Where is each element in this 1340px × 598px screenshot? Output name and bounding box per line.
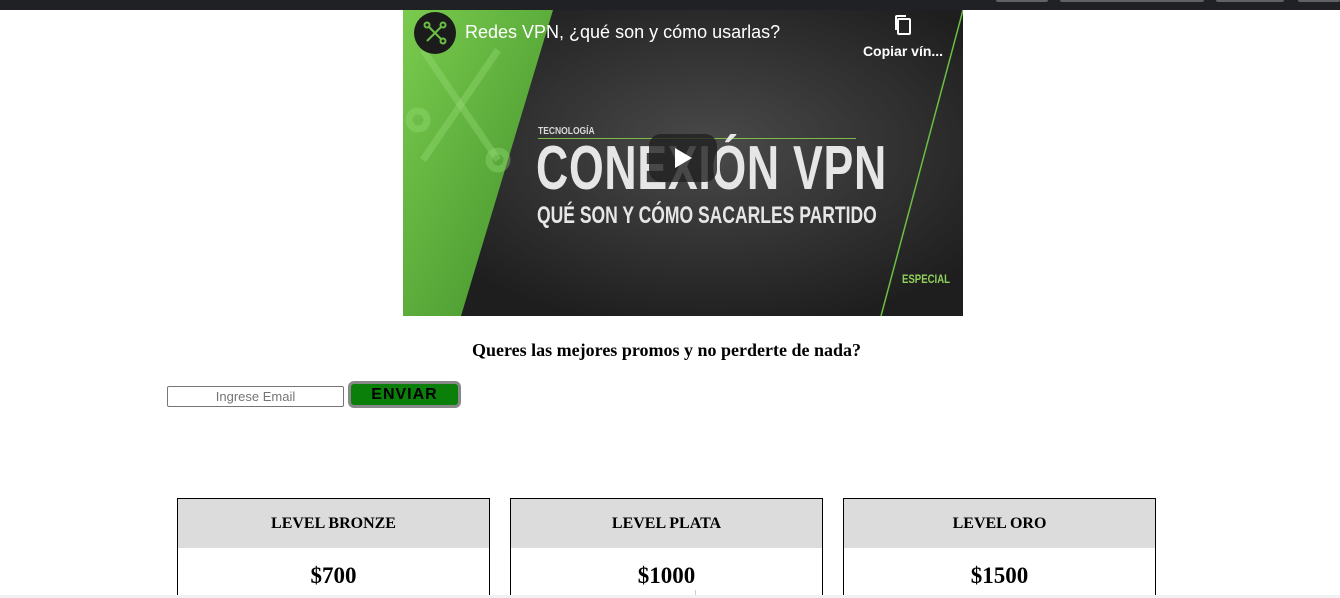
scrollbar[interactable] xyxy=(1323,10,1340,598)
submit-button[interactable]: ENVIAR xyxy=(348,381,461,408)
pricing-card-oro[interactable]: LEVEL ORO $1500 xyxy=(843,498,1156,598)
plan-name: LEVEL ORO xyxy=(844,499,1155,548)
toolbar-tab[interactable] xyxy=(1298,0,1340,2)
pricing-card-bronze[interactable]: LEVEL BRONZE $700 xyxy=(177,498,490,598)
play-icon xyxy=(675,148,692,168)
play-button[interactable] xyxy=(649,134,717,182)
pricing-card-plata[interactable]: LEVEL PLATA $1000 xyxy=(510,498,823,598)
channel-avatar[interactable] xyxy=(414,12,456,54)
toolbar-tab[interactable] xyxy=(1216,0,1284,2)
youtube-video-embed[interactable]: Redes VPN, ¿qué son y cómo usarlas? Copi… xyxy=(403,10,963,316)
toolbar-tab[interactable] xyxy=(1060,0,1204,2)
copy-icon xyxy=(895,15,911,35)
plan-price: $700 xyxy=(310,563,357,588)
plan-name: LEVEL PLATA xyxy=(511,499,822,548)
promo-heading: Queres las mejores promos y no perderte … xyxy=(472,340,861,360)
email-field[interactable] xyxy=(167,386,344,407)
toolbar-tab[interactable] xyxy=(996,0,1048,2)
copy-link-label: Copiar vín... xyxy=(862,43,944,59)
thumbnail-corner-label: ESPECIAL xyxy=(902,272,951,286)
copy-link-button[interactable]: Copiar vín... xyxy=(855,14,951,59)
plan-name: LEVEL BRONZE xyxy=(178,499,489,548)
browser-top-bar xyxy=(0,0,1340,10)
plan-price: $1500 xyxy=(970,563,1029,588)
video-title[interactable]: Redes VPN, ¿qué son y cómo usarlas? xyxy=(465,22,780,43)
thumbnail-subheadline: QUÉ SON Y CÓMO SACARLES PARTIDO xyxy=(537,202,877,229)
channel-logo-icon xyxy=(423,21,447,45)
plan-price: $1000 xyxy=(637,563,696,588)
